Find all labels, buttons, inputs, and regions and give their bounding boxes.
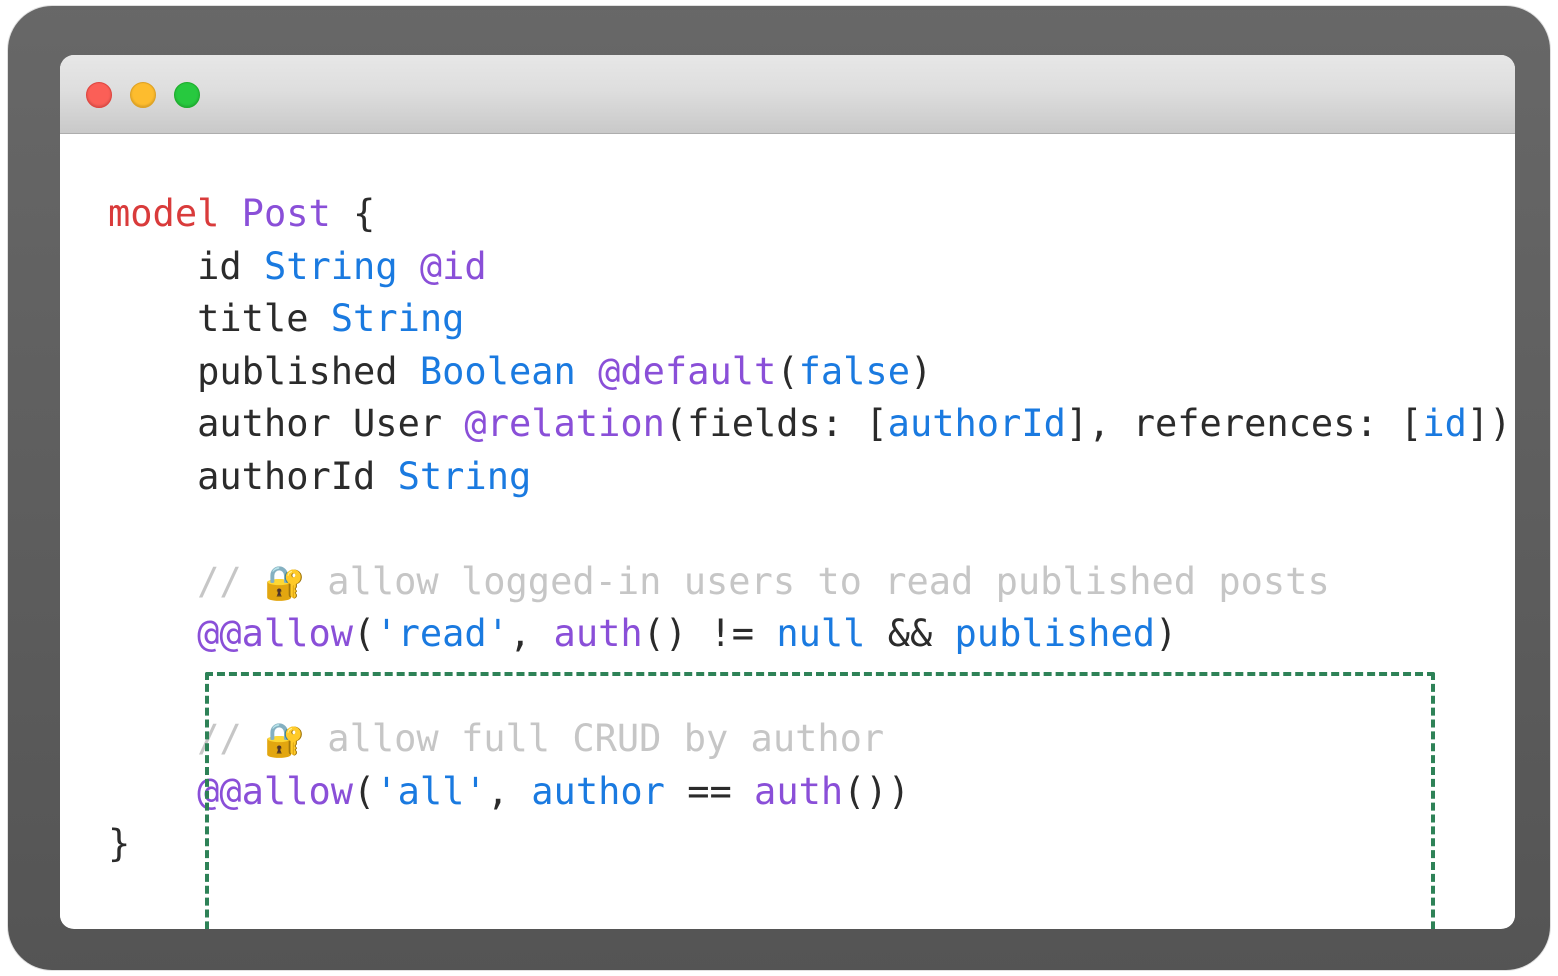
code-token: published	[108, 350, 420, 393]
code-editor-pane[interactable]: model Post { id String @id title String …	[60, 134, 1515, 928]
device-frame: model Post { id String @id title String …	[8, 6, 1550, 970]
browser-window: model Post { id String @id title String …	[60, 55, 1515, 929]
code-token: &&	[865, 612, 954, 655]
code-token: allow logged-in users to read published …	[305, 560, 1330, 603]
code-token: (	[776, 350, 798, 393]
code-token: author	[531, 770, 665, 813]
code-token: Post	[242, 192, 331, 235]
code-token: () !=	[643, 612, 777, 655]
code-token: (	[353, 612, 375, 655]
line-6: authorId String	[108, 451, 1511, 504]
line-5: author User @relation(fields: [authorId]…	[108, 398, 1511, 451]
code-token: 🔐	[264, 720, 305, 759]
minimize-button[interactable]	[130, 82, 156, 108]
code-token: {	[331, 192, 376, 235]
line-12: @@allow('all', author == auth())	[108, 766, 1511, 819]
code-token: auth	[554, 612, 643, 655]
code-token: 'all'	[375, 770, 486, 813]
line-8: // 🔐 allow logged-in users to read publi…	[108, 556, 1511, 609]
code-token: Boolean	[420, 350, 576, 393]
code-token: published	[955, 612, 1155, 655]
code-token: ,	[509, 612, 554, 655]
code-token	[576, 350, 598, 393]
code-token: authorId	[108, 455, 398, 498]
code-token: allow full CRUD by author	[305, 717, 884, 760]
code-token: ==	[665, 770, 754, 813]
line-2: id String @id	[108, 241, 1511, 294]
code-token: title	[108, 297, 331, 340]
code-token: (	[353, 770, 375, 813]
code-token: id	[1422, 402, 1467, 445]
line-3: title String	[108, 293, 1511, 346]
code-token	[398, 245, 420, 288]
code-token: @relation	[464, 402, 664, 445]
code-token: ])	[1467, 402, 1512, 445]
code-token: ())	[843, 770, 910, 813]
code-token: String	[331, 297, 465, 340]
code-token: 🔐	[264, 563, 305, 602]
code-token: //	[108, 560, 264, 603]
code-token: //	[108, 717, 264, 760]
code-token	[108, 770, 197, 813]
code-token: id	[108, 245, 264, 288]
code-token: String	[264, 245, 398, 288]
line-7	[108, 503, 1511, 556]
line-11: // 🔐 allow full CRUD by author	[108, 713, 1511, 766]
line-4: published Boolean @default(false)	[108, 346, 1511, 399]
code-token	[108, 612, 197, 655]
code-token: @default	[598, 350, 776, 393]
code-token: null	[776, 612, 865, 655]
code-token: (fields: [	[665, 402, 888, 445]
code-token: String	[398, 455, 532, 498]
code-token: auth	[754, 770, 843, 813]
maximize-button[interactable]	[174, 82, 200, 108]
code-token: @@allow	[197, 770, 353, 813]
code-token: false	[799, 350, 910, 393]
window-controls	[86, 82, 200, 108]
line-9: @@allow('read', auth() != null && publis…	[108, 608, 1511, 661]
code-token: @id	[420, 245, 487, 288]
code-token: authorId	[888, 402, 1066, 445]
code-token: 'read'	[375, 612, 509, 655]
code-token: }	[108, 822, 130, 865]
code-token: author User	[108, 402, 464, 445]
window-titlebar	[60, 55, 1515, 134]
line-1: model Post {	[108, 188, 1511, 241]
line-10	[108, 661, 1511, 714]
line-13: }	[108, 818, 1511, 871]
close-button[interactable]	[86, 82, 112, 108]
code-token: model	[108, 192, 219, 235]
code-token	[219, 192, 241, 235]
code-block: model Post { id String @id title String …	[108, 188, 1511, 871]
code-token: )	[1155, 612, 1177, 655]
code-token: ,	[487, 770, 532, 813]
code-token: @@allow	[197, 612, 353, 655]
code-token: ], references: [	[1066, 402, 1422, 445]
code-token: )	[910, 350, 932, 393]
